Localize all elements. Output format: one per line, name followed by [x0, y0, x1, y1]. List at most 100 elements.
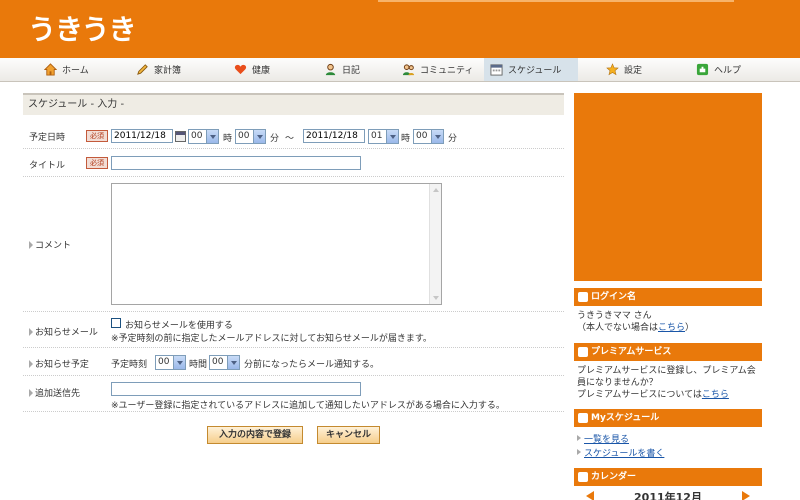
- page-title: スケジュール - 入力 -: [23, 93, 564, 115]
- nav-community[interactable]: コミュニティ: [396, 58, 479, 81]
- notify-mail-note: ※予定時刻の前に指定したメールアドレスに対してお知らせメールが届きます。: [111, 334, 432, 344]
- login-user: うきうきママ さん: [577, 311, 652, 321]
- notify-hours-select[interactable]: 00: [155, 355, 186, 370]
- premium-more-link[interactable]: こちら: [702, 390, 729, 400]
- pencil-icon: [137, 64, 148, 75]
- title-input[interactable]: [111, 156, 361, 170]
- nav-diary-label: 日記: [342, 66, 361, 76]
- star-icon: [606, 63, 619, 76]
- login-heading-label: ログイン名: [591, 292, 637, 302]
- nav-schedule[interactable]: スケジュール: [484, 58, 578, 81]
- notify-mail-checkbox[interactable]: [111, 318, 121, 328]
- notify-time-prefix: 予定時刻: [111, 360, 148, 370]
- premium-text: プレミアムサービスに登録し、プレミアム会員になりませんか？: [577, 366, 756, 388]
- login-not-you-suffix: ）: [685, 323, 695, 333]
- required-badge: 必須: [86, 130, 108, 142]
- calendar-heading-label: カレンダー: [591, 472, 637, 482]
- nav-schedule-label: スケジュール: [508, 66, 562, 76]
- premium-more-prefix: プレミアムサービスについては: [577, 390, 702, 400]
- end-hour-select[interactable]: 01: [368, 129, 399, 144]
- scroll-up-icon[interactable]: [433, 188, 439, 192]
- comment-scrollbar[interactable]: [429, 184, 441, 304]
- nav-help-label: ヘルプ: [714, 66, 742, 76]
- extra-address-label: 追加送信先: [29, 386, 80, 399]
- title-label: タイトル: [29, 161, 66, 171]
- chevron-down-icon: [173, 356, 185, 369]
- login-not-you-prefix: （本人でない場合は: [577, 323, 659, 333]
- date-label: 予定日時: [29, 133, 66, 143]
- header: うきうき: [0, 0, 800, 58]
- main-nav: ホーム 家計簿 健康 日記 コミュニティ スケジュール 設定 ヘルプ: [0, 58, 800, 82]
- end-date-input[interactable]: 2011/12/18: [303, 129, 365, 143]
- nav-household-budget[interactable]: 家計簿: [130, 58, 187, 81]
- nav-home[interactable]: ホーム: [38, 58, 95, 81]
- hour-unit: 時: [223, 134, 233, 144]
- premium-icon: [578, 347, 588, 357]
- premium-heading-label: プレミアムサービス: [591, 347, 672, 357]
- nav-home-label: ホーム: [62, 66, 89, 76]
- title-row: タイトル 必須: [23, 149, 564, 177]
- chevron-down-icon: [206, 130, 218, 143]
- my-schedule-list-link[interactable]: 一覧を見る: [577, 432, 629, 445]
- nav-help[interactable]: ヘルプ: [690, 58, 747, 81]
- extra-address-row: 追加送信先 ※ユーザー登録に指定されているアドレスに追加して通知したいアドレスが…: [23, 376, 564, 412]
- user-icon: [578, 292, 588, 302]
- header-accent-line: [378, 0, 734, 2]
- community-icon: [402, 64, 415, 76]
- next-month-icon[interactable]: [742, 491, 750, 500]
- start-minute-select[interactable]: 00: [235, 129, 266, 144]
- premium-heading: プレミアムサービス: [574, 343, 762, 361]
- nav-household-budget-label: 家計簿: [154, 66, 182, 76]
- ad-banner[interactable]: [574, 93, 762, 281]
- date-row: 予定日時 必須 2011/12/18 00 時 00 分 ～ 2011/12/1…: [23, 121, 564, 149]
- heart-icon: [234, 64, 247, 75]
- nav-health[interactable]: 健康: [228, 58, 276, 81]
- minute-unit: 分: [270, 134, 280, 144]
- end-hour-unit: 時: [401, 134, 411, 144]
- chevron-down-icon: [386, 130, 398, 143]
- schedule-icon: [578, 413, 588, 423]
- start-hour-select[interactable]: 00: [188, 129, 219, 144]
- notify-minutes-value: 00: [212, 357, 224, 367]
- end-minute-unit: 分: [448, 134, 458, 144]
- required-badge: 必須: [86, 157, 108, 169]
- start-minute-value: 00: [238, 131, 250, 141]
- start-hour-value: 00: [191, 131, 203, 141]
- chevron-down-icon: [253, 130, 265, 143]
- notify-time-label: お知らせ予定: [29, 357, 89, 370]
- notify-mail-checkbox-label[interactable]: お知らせメールを使用する: [125, 318, 233, 331]
- site-logo[interactable]: うきうき: [28, 8, 136, 48]
- nav-settings-label: 設定: [624, 66, 643, 76]
- notify-hours-value: 00: [158, 357, 170, 367]
- end-hour-value: 01: [371, 131, 383, 141]
- chevron-down-icon: [227, 356, 239, 369]
- comment-label: コメント: [29, 238, 71, 251]
- notify-mail-label: お知らせメール: [29, 325, 98, 338]
- help-icon: [696, 63, 709, 76]
- calendar-month: 2011年12月: [634, 491, 702, 500]
- end-minute-select[interactable]: 00: [413, 129, 444, 144]
- extra-address-input[interactable]: [111, 382, 361, 396]
- range-tilde: ～: [285, 134, 295, 144]
- nav-community-label: コミュニティ: [420, 66, 474, 76]
- my-schedule-heading-label: Myスケジュール: [591, 413, 660, 423]
- notify-minutes-select[interactable]: 00: [209, 355, 240, 370]
- nav-settings[interactable]: 設定: [600, 58, 648, 81]
- comment-textarea[interactable]: [111, 183, 442, 305]
- login-heading: ログイン名: [574, 288, 762, 306]
- scroll-down-icon[interactable]: [433, 296, 439, 300]
- nav-diary[interactable]: 日記: [318, 58, 366, 81]
- calendar-icon: [490, 64, 503, 76]
- nav-health-label: 健康: [252, 66, 271, 76]
- start-date-input[interactable]: 2011/12/18: [111, 129, 173, 143]
- notify-time-suffix: 分前になったらメール通知する。: [244, 360, 380, 370]
- end-minute-value: 00: [416, 131, 428, 141]
- home-icon: [44, 63, 57, 76]
- my-schedule-write-link[interactable]: スケジュールを書く: [577, 446, 664, 459]
- cancel-button[interactable]: キャンセル: [317, 426, 380, 444]
- chevron-down-icon: [431, 130, 443, 143]
- premium-more: プレミアムサービスについてはこちら: [577, 389, 729, 401]
- calendar-picker-icon[interactable]: [175, 131, 186, 142]
- login-not-you-link[interactable]: こちら: [658, 323, 685, 333]
- submit-button[interactable]: 入力の内容で登録: [207, 426, 303, 444]
